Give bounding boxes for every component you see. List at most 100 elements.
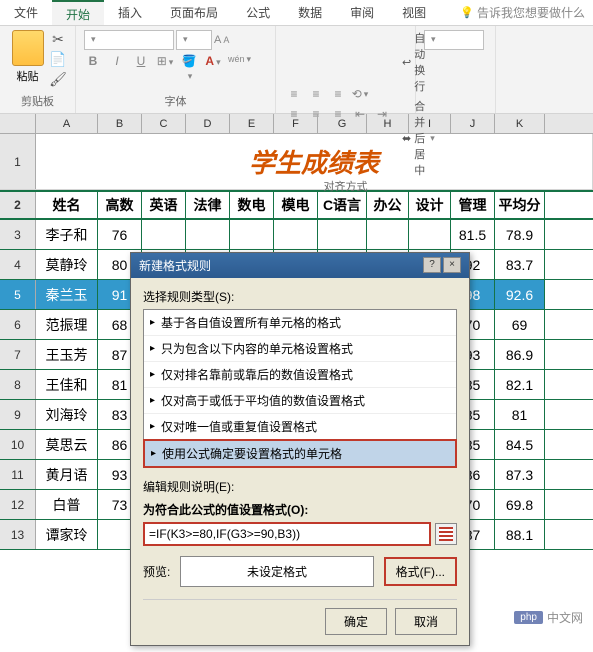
cell[interactable]: 83.7 xyxy=(495,250,545,279)
row-header[interactable]: 7 xyxy=(0,340,36,369)
range-selector-button[interactable] xyxy=(435,523,457,545)
cell[interactable]: 82.1 xyxy=(495,370,545,399)
select-all-corner[interactable] xyxy=(0,114,36,133)
header-cell[interactable]: 平均分 xyxy=(495,192,545,218)
cell-name[interactable]: 谭家玲 xyxy=(36,520,98,549)
cell-name[interactable]: 莫静玲 xyxy=(36,250,98,279)
header-cell[interactable]: 设计 xyxy=(409,192,451,218)
cell-name[interactable]: 莫思云 xyxy=(36,430,98,459)
cell[interactable] xyxy=(409,220,451,249)
header-cell[interactable]: 数电 xyxy=(230,192,274,218)
decrease-font-icon[interactable]: A xyxy=(223,35,229,45)
increase-font-icon[interactable]: A xyxy=(214,34,221,46)
dialog-help-button[interactable]: ? xyxy=(423,257,441,273)
cell[interactable] xyxy=(367,220,409,249)
col-header[interactable]: K xyxy=(495,114,545,133)
sheet-title[interactable]: 学生成绩表 xyxy=(36,134,593,189)
col-header[interactable]: E xyxy=(230,114,274,133)
col-header[interactable]: I xyxy=(409,114,451,133)
cell-name[interactable]: 刘海玲 xyxy=(36,400,98,429)
tab-file[interactable]: 文件 xyxy=(0,0,52,25)
col-header[interactable]: A xyxy=(36,114,98,133)
row-header[interactable]: 8 xyxy=(0,370,36,399)
cell-name[interactable]: 范振理 xyxy=(36,310,98,339)
dialog-titlebar[interactable]: 新建格式规则 ? × xyxy=(131,253,469,278)
border-button[interactable]: ⊞ xyxy=(156,54,174,82)
formula-input[interactable]: =IF(K3>=80,IF(G3>=90,B3)) xyxy=(143,522,431,546)
row-header[interactable]: 3 xyxy=(0,220,36,249)
cell[interactable] xyxy=(230,220,274,249)
col-header[interactable]: H xyxy=(367,114,409,133)
cell-name[interactable]: 王玉芳 xyxy=(36,340,98,369)
cell[interactable]: 92.6 xyxy=(495,280,545,309)
cancel-button[interactable]: 取消 xyxy=(395,608,457,635)
paste-button[interactable]: 粘贴 xyxy=(8,30,47,88)
cell[interactable]: 86.9 xyxy=(495,340,545,369)
row-header[interactable]: 13 xyxy=(0,520,36,549)
row-header[interactable]: 6 xyxy=(0,310,36,339)
row-header[interactable]: 11 xyxy=(0,460,36,489)
cell[interactable] xyxy=(274,220,318,249)
row-header[interactable]: 9 xyxy=(0,400,36,429)
underline-button[interactable]: U xyxy=(132,54,150,82)
header-cell[interactable]: 管理 xyxy=(451,192,495,218)
font-size-select[interactable] xyxy=(176,30,212,50)
cell-name[interactable]: 李子和 xyxy=(36,220,98,249)
header-cell[interactable]: 英语 xyxy=(142,192,186,218)
align-top-icon[interactable]: ≡ xyxy=(284,84,304,104)
header-cell[interactable]: 法律 xyxy=(186,192,230,218)
rule-option[interactable]: 仅对唯一值或重复值设置格式 xyxy=(144,414,456,440)
cell-name[interactable]: 白普 xyxy=(36,490,98,519)
tab-formulas[interactable]: 公式 xyxy=(232,0,284,25)
cell[interactable]: 81.5 xyxy=(451,220,495,249)
cell[interactable] xyxy=(142,220,186,249)
align-bottom-icon[interactable]: ≡ xyxy=(328,84,348,104)
tab-data[interactable]: 数据 xyxy=(284,0,336,25)
cut-icon[interactable]: ✂ xyxy=(49,30,67,48)
row-header[interactable]: 1 xyxy=(0,134,36,189)
cell[interactable]: 69 xyxy=(495,310,545,339)
cell[interactable]: 88.1 xyxy=(495,520,545,549)
col-header[interactable]: B xyxy=(98,114,142,133)
cell-name[interactable]: 秦兰玉 xyxy=(36,280,98,309)
row-header[interactable]: 5 xyxy=(0,280,36,309)
rule-type-list[interactable]: 基于各自值设置所有单元格的格式 只为包含以下内容的单元格设置格式 仅对排名靠前或… xyxy=(143,309,457,468)
fill-color-button[interactable]: 🪣 xyxy=(180,54,198,82)
tab-home[interactable]: 开始 xyxy=(52,0,104,25)
cell[interactable]: 76 xyxy=(98,220,142,249)
cell[interactable]: 78.9 xyxy=(495,220,545,249)
format-painter-icon[interactable]: 🖌 xyxy=(49,70,67,88)
font-color-button[interactable]: A xyxy=(204,54,222,82)
row-header[interactable]: 12 xyxy=(0,490,36,519)
cell[interactable]: 81 xyxy=(495,400,545,429)
col-header[interactable]: J xyxy=(451,114,495,133)
header-cell[interactable]: 姓名 xyxy=(36,192,98,218)
tab-review[interactable]: 审阅 xyxy=(336,0,388,25)
header-cell[interactable]: 高数 xyxy=(98,192,142,218)
row-header[interactable]: 2 xyxy=(0,192,36,218)
tab-layout[interactable]: 页面布局 xyxy=(156,0,232,25)
copy-icon[interactable]: 📄 xyxy=(49,50,67,68)
header-cell[interactable]: 模电 xyxy=(274,192,318,218)
orientation-icon[interactable]: ⟲ xyxy=(350,84,370,104)
dialog-close-button[interactable]: × xyxy=(443,257,461,273)
ok-button[interactable]: 确定 xyxy=(325,608,387,635)
cell[interactable]: 84.5 xyxy=(495,430,545,459)
format-button[interactable]: 格式(F)... xyxy=(384,557,457,586)
font-family-select[interactable] xyxy=(84,30,174,50)
number-format-select[interactable] xyxy=(424,30,484,50)
col-header[interactable]: F xyxy=(274,114,318,133)
tell-me-search[interactable]: 💡告诉我您想要做什么 xyxy=(452,0,593,25)
col-header[interactable]: C xyxy=(142,114,186,133)
cell[interactable]: 87.3 xyxy=(495,460,545,489)
cell[interactable] xyxy=(318,220,367,249)
col-header[interactable]: G xyxy=(318,114,367,133)
row-header[interactable]: 4 xyxy=(0,250,36,279)
row-header[interactable]: 10 xyxy=(0,430,36,459)
cell[interactable]: 69.8 xyxy=(495,490,545,519)
cell-name[interactable]: 王佳和 xyxy=(36,370,98,399)
align-middle-icon[interactable]: ≡ xyxy=(306,84,326,104)
rule-option[interactable]: 仅对高于或低于平均值的数值设置格式 xyxy=(144,388,456,414)
cell-name[interactable]: 黄月语 xyxy=(36,460,98,489)
tab-view[interactable]: 视图 xyxy=(388,0,440,25)
